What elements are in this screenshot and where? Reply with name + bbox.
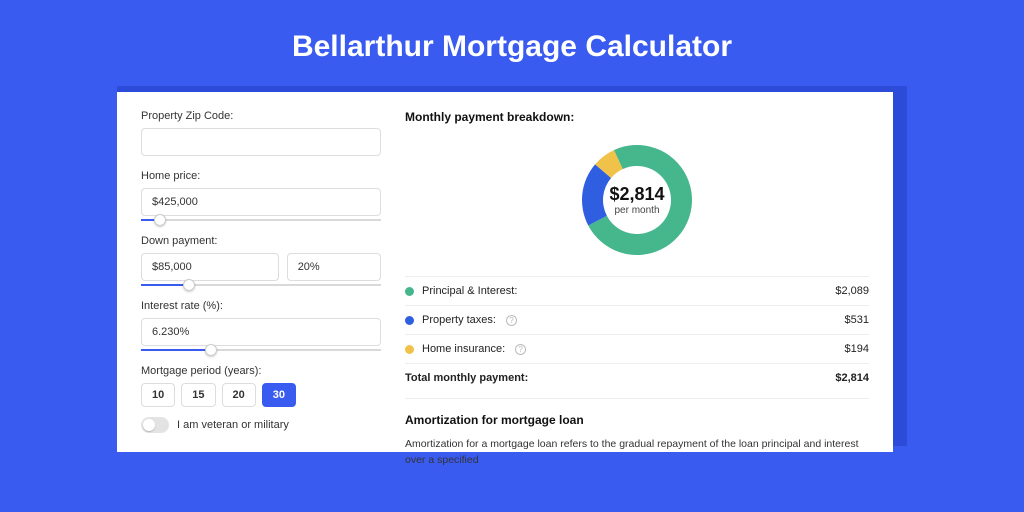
mortgage-period-options: 1015 2030 (141, 383, 381, 407)
breakdown-item-value: $194 (845, 343, 869, 355)
down-payment-percent-input[interactable] (287, 253, 381, 281)
home-price-slider[interactable] (141, 219, 381, 221)
home-price-field: Home price: (141, 170, 381, 221)
calculator-card: Property Zip Code: Home price: Down paym… (117, 92, 893, 452)
donut-chart-wrap: $2,814 per month (405, 132, 869, 276)
down-payment-slider[interactable] (141, 284, 381, 286)
zip-field: Property Zip Code: (141, 110, 381, 156)
breakdown-item-label: Property taxes: (422, 314, 496, 326)
breakdown-item-label: Principal & Interest: (422, 285, 517, 297)
legend-dot-icon (405, 287, 414, 296)
mortgage-period-option[interactable]: 15 (181, 383, 215, 407)
breakdown-row: Principal & Interest: $2,089 (405, 276, 869, 305)
help-icon[interactable]: ? (506, 315, 517, 326)
breakdown-column: Monthly payment breakdown: $2,814 per mo… (405, 110, 869, 452)
donut-center-amount: $2,814 (609, 184, 664, 205)
donut-center: $2,814 per month (609, 184, 664, 216)
home-price-input[interactable] (141, 188, 381, 216)
breakdown-item-value: $531 (845, 314, 869, 326)
veteran-toggle-row: I am veteran or military (141, 417, 381, 433)
page-title: Bellarthur Mortgage Calculator (0, 0, 1024, 86)
mortgage-period-option[interactable]: 20 (222, 383, 256, 407)
breakdown-row: Home insurance:? $194 (405, 334, 869, 363)
zip-input[interactable] (141, 128, 381, 156)
home-price-label: Home price: (141, 170, 381, 182)
help-icon[interactable]: ? (515, 344, 526, 355)
form-column: Property Zip Code: Home price: Down paym… (141, 110, 381, 452)
donut-chart: $2,814 per month (577, 140, 697, 260)
mortgage-period-field: Mortgage period (years): 1015 2030 (141, 365, 381, 407)
down-payment-amount-input[interactable] (141, 253, 279, 281)
mortgage-period-option[interactable]: 10 (141, 383, 175, 407)
breakdown-row: Property taxes:? $531 (405, 305, 869, 334)
breakdown-list: Principal & Interest: $2,089 Property taxe… (405, 276, 869, 363)
legend-dot-icon (405, 316, 414, 325)
breakdown-total-row: Total monthly payment: $2,814 (405, 363, 869, 392)
mortgage-period-option[interactable]: 30 (262, 383, 296, 407)
legend-dot-icon (405, 345, 414, 354)
interest-rate-field: Interest rate (%): (141, 300, 381, 351)
zip-label: Property Zip Code: (141, 110, 381, 122)
breakdown-header: Monthly payment breakdown: (405, 110, 869, 132)
breakdown-total-value: $2,814 (835, 372, 869, 384)
mortgage-period-label: Mortgage period (years): (141, 365, 381, 377)
card-shadow: Property Zip Code: Home price: Down paym… (117, 86, 907, 446)
breakdown-total-label: Total monthly payment: (405, 372, 528, 384)
interest-rate-input[interactable] (141, 318, 381, 346)
amortization-body: Amortization for a mortgage loan refers … (405, 427, 869, 469)
amortization-header: Amortization for mortgage loan (405, 398, 869, 427)
breakdown-item-label: Home insurance: (422, 343, 505, 355)
breakdown-item-value: $2,089 (835, 285, 869, 297)
donut-center-sub: per month (609, 205, 664, 216)
interest-rate-slider[interactable] (141, 349, 381, 351)
interest-rate-label: Interest rate (%): (141, 300, 381, 312)
veteran-toggle[interactable] (141, 417, 169, 433)
down-payment-label: Down payment: (141, 235, 381, 247)
down-payment-field: Down payment: (141, 235, 381, 286)
veteran-toggle-label: I am veteran or military (177, 419, 289, 431)
